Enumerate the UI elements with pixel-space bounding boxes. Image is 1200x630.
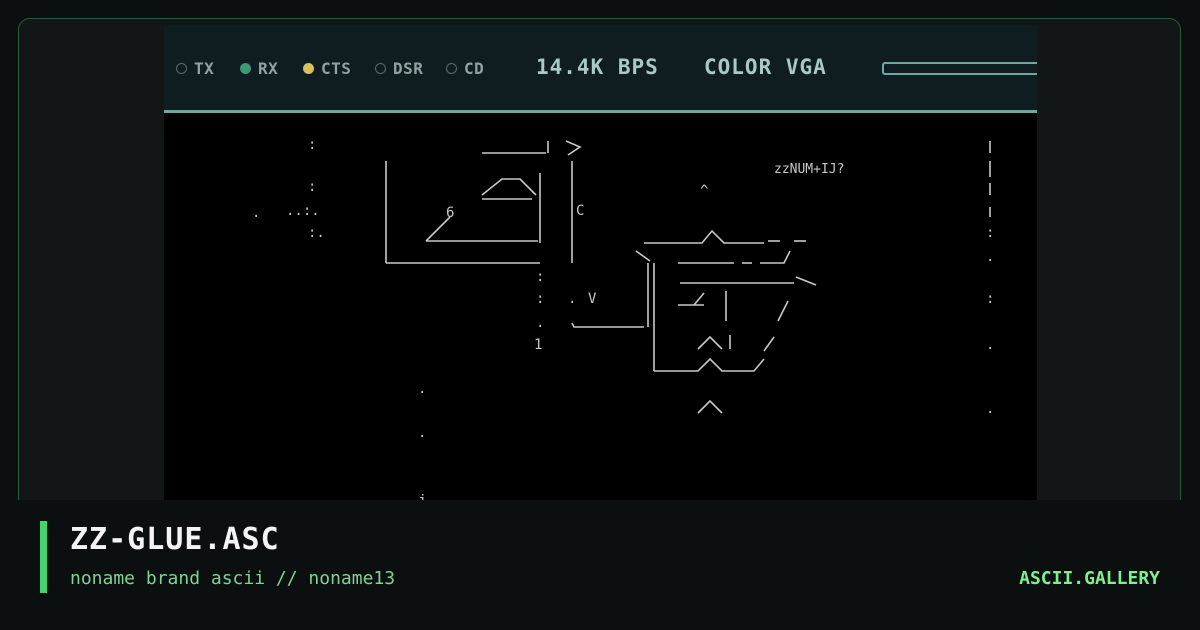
art-line <box>795 276 817 286</box>
art-line <box>763 336 775 352</box>
led-cd-icon <box>446 62 457 74</box>
art-line <box>777 300 789 322</box>
art-dot: . <box>986 401 994 417</box>
led-rx-label: RX <box>258 58 279 78</box>
art-one: 1 <box>534 337 542 353</box>
led-dsr-label: DSR <box>393 58 424 78</box>
led-tx-label: TX <box>194 58 215 78</box>
art-corner-text: zzNUM+IJ? <box>774 162 844 177</box>
led-dsr-icon <box>375 62 386 74</box>
art-dot: . <box>252 205 260 221</box>
art-line <box>571 322 644 328</box>
led-dsr: DSR <box>375 58 423 78</box>
modem-status-bar: TX RX CTS DSR CD 14.4K BPS COLOR VGA <box>164 25 1037 113</box>
art-cee: C <box>576 203 584 219</box>
led-cd-label: CD <box>464 58 485 78</box>
art-dot: : <box>308 137 316 153</box>
led-cd: CD <box>446 58 484 78</box>
led-rx-icon <box>240 62 251 74</box>
art-dot: :. <box>308 225 325 241</box>
art-line <box>644 229 764 244</box>
brand-label: ASCII.GALLERY <box>1019 568 1160 589</box>
art-six: 6 <box>446 205 454 221</box>
terminal-screen: TX RX CTS DSR CD 14.4K BPS COLOR VGA : :… <box>164 25 1037 510</box>
led-cts-label: CTS <box>321 58 352 78</box>
led-cts: CTS <box>303 58 351 78</box>
art-dot: : <box>536 269 544 285</box>
baud-rate-text: 14.4K BPS <box>536 55 659 79</box>
art-line <box>654 357 765 372</box>
display-mode-text: COLOR VGA <box>704 55 827 79</box>
art-dot: . <box>986 249 994 265</box>
art-dot: . <box>986 337 994 353</box>
accent-bar <box>40 521 47 593</box>
art-dot: . <box>418 381 426 397</box>
led-rx: RX <box>240 58 278 78</box>
art-line <box>693 292 705 306</box>
art-dot: ..:. <box>286 203 320 219</box>
caption-panel: ZZ-GLUE.ASC noname brand ascii // noname… <box>18 500 1181 610</box>
file-title: ZZ-GLUE.ASC <box>70 522 280 557</box>
art-dot: . <box>568 291 576 307</box>
art-line <box>697 335 723 350</box>
art-line <box>760 250 791 264</box>
led-tx-icon <box>176 62 187 74</box>
led-cts-icon <box>303 62 314 74</box>
art-dot: : <box>986 225 994 241</box>
art-dot: : <box>308 179 316 195</box>
ascii-art-canvas: : : . ..:. :. 6 C : : . 1 V . ^: .: . … <box>252 137 994 510</box>
art-line <box>565 140 582 156</box>
art-line <box>635 250 651 262</box>
led-tx: TX <box>176 58 214 78</box>
art-dot: . <box>418 425 426 441</box>
art-dot: . <box>536 315 544 331</box>
file-subtitle: noname brand ascii // noname13 <box>70 568 396 589</box>
art-dot: : <box>986 291 994 307</box>
transfer-progress-bar <box>882 62 1037 75</box>
art-line <box>481 178 537 196</box>
art-caret <box>697 399 723 414</box>
art-caret: ^ <box>700 183 708 199</box>
art-dot: : <box>536 291 544 307</box>
art-vee: V <box>588 291 597 307</box>
